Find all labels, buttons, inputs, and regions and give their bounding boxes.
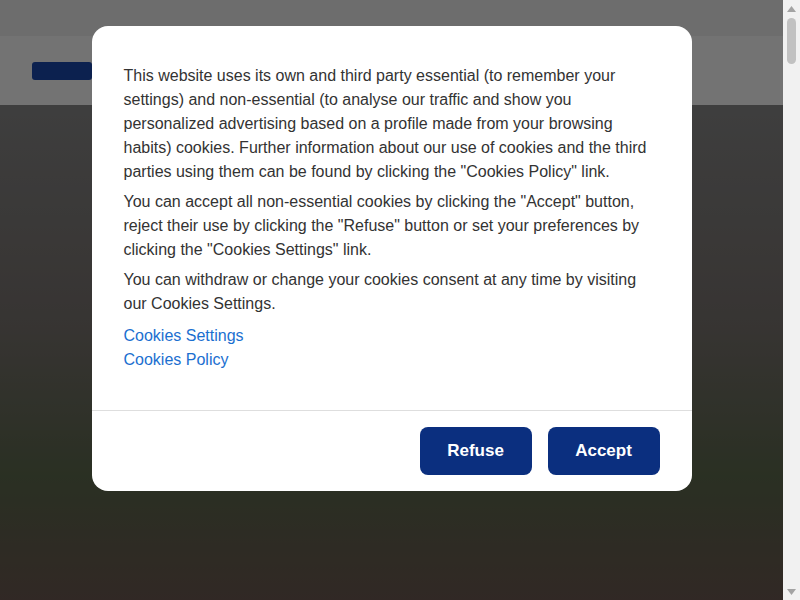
dialog-button[interactable]: Accept [548,427,660,475]
cookie-link[interactable]: Cookies Settings [124,324,244,348]
dialog-paragraph: This website uses its own and third part… [124,64,660,184]
scrollbar[interactable] [783,0,800,600]
dialog-button[interactable]: Refuse [420,427,532,475]
modal-overlay: This website uses its own and third part… [0,0,783,600]
link-list: Cookies SettingsCookies Policy [124,324,660,372]
scroll-down-arrow-icon[interactable] [783,583,800,600]
dialog-footer: Refuse Accept [92,410,692,491]
cookie-dialog: This website uses its own and third part… [92,26,692,491]
cookie-link[interactable]: Cookies Policy [124,348,229,372]
scroll-up-arrow-icon[interactable] [783,0,800,17]
website: This website uses its own and third part… [0,0,783,600]
dialog-paragraph: You can accept all non-essential cookies… [124,190,660,262]
dialog-paragraph: You can withdraw or change your cookies … [124,268,660,316]
screen: This website uses its own and third part… [0,0,800,600]
scroll-thumb[interactable] [787,18,796,64]
dialog-body: This website uses its own and third part… [92,26,692,410]
